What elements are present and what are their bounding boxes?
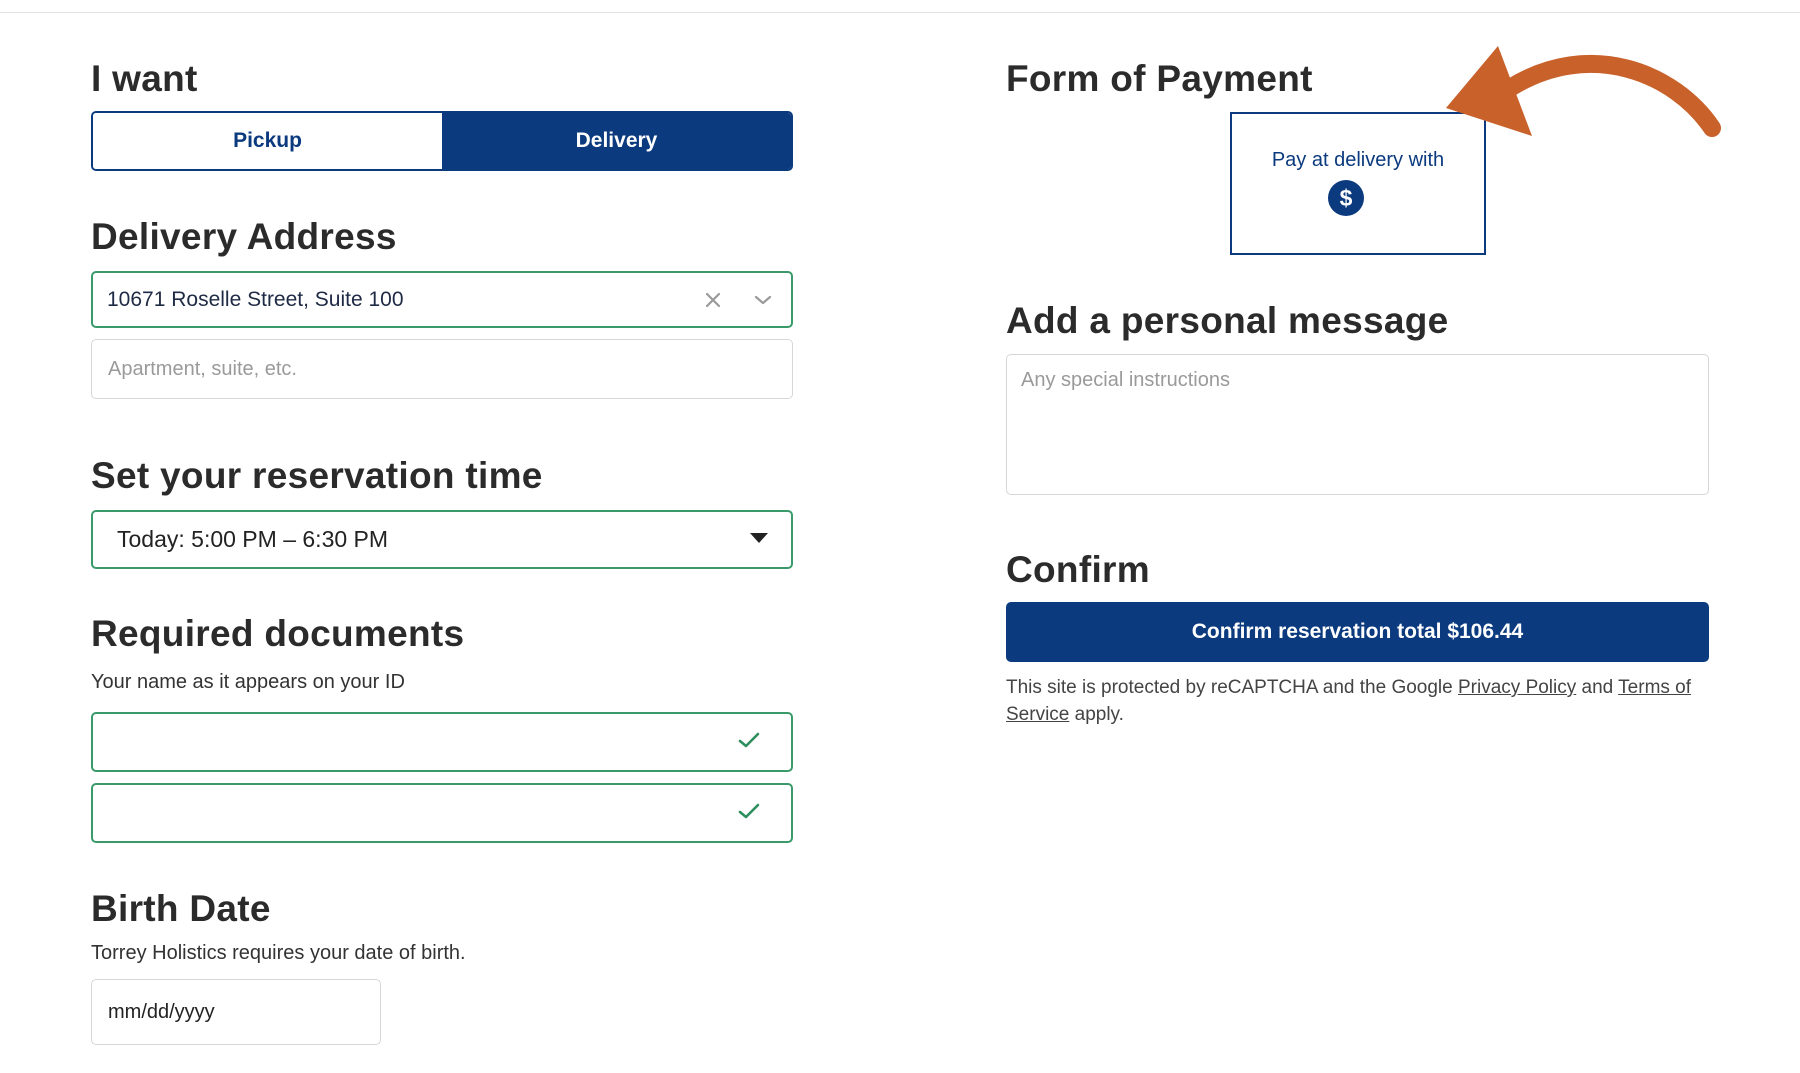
curved-arrow-icon (1446, 46, 1721, 137)
privacy-policy-link[interactable]: Privacy Policy (1458, 677, 1576, 698)
apartment-field[interactable] (91, 339, 793, 399)
personal-message-heading: Add a personal message (1006, 300, 1449, 341)
birth-date-hint: Torrey Holistics requires your date of b… (91, 942, 466, 964)
address-select[interactable]: 10671 Roselle Street, Suite 100 (91, 271, 793, 328)
apartment-input[interactable] (106, 356, 778, 382)
reservation-time-value: Today: 5:00 PM – 6:30 PM (117, 526, 389, 552)
birth-date-heading: Birth Date (91, 888, 271, 929)
order-type-toggle: Pickup Delivery (91, 111, 793, 171)
caret-down-icon (749, 531, 769, 549)
delivery-option[interactable]: Delivery (442, 113, 791, 169)
clear-icon[interactable] (699, 286, 727, 314)
check-icon (737, 801, 761, 826)
form-of-payment-heading: Form of Payment (1006, 58, 1313, 99)
pay-at-delivery-label: Pay at delivery with (1271, 149, 1445, 171)
delivery-address-heading: Delivery Address (91, 216, 397, 257)
recaptcha-notice: This site is protected by reCAPTCHA and … (1006, 677, 1692, 725)
birth-date-input[interactable] (106, 999, 366, 1025)
confirm-reservation-button[interactable]: Confirm reservation total $106.44 (1006, 602, 1709, 662)
top-divider (0, 12, 1800, 13)
last-name-input[interactable] (93, 784, 737, 842)
personal-message-field[interactable] (1006, 354, 1709, 495)
dollar-coin-icon: $ (1328, 180, 1364, 216)
pickup-option[interactable]: Pickup (93, 113, 442, 169)
birth-date-field[interactable] (91, 979, 381, 1045)
required-documents-heading: Required documents (91, 613, 465, 654)
first-name-input[interactable] (93, 713, 737, 771)
id-name-hint: Your name as it appears on your ID (91, 671, 405, 693)
confirm-heading: Confirm (1006, 549, 1150, 590)
chevron-down-icon[interactable] (749, 286, 777, 314)
order-type-heading: I want (91, 58, 198, 99)
reservation-time-select[interactable]: Today: 5:00 PM – 6:30 PM (91, 510, 793, 569)
last-name-field[interactable] (91, 783, 793, 843)
address-value: 10671 Roselle Street, Suite 100 (107, 287, 404, 311)
personal-message-input[interactable] (1021, 369, 1694, 480)
check-icon (737, 730, 761, 755)
reservation-time-heading: Set your reservation time (91, 455, 543, 496)
first-name-field[interactable] (91, 712, 793, 772)
